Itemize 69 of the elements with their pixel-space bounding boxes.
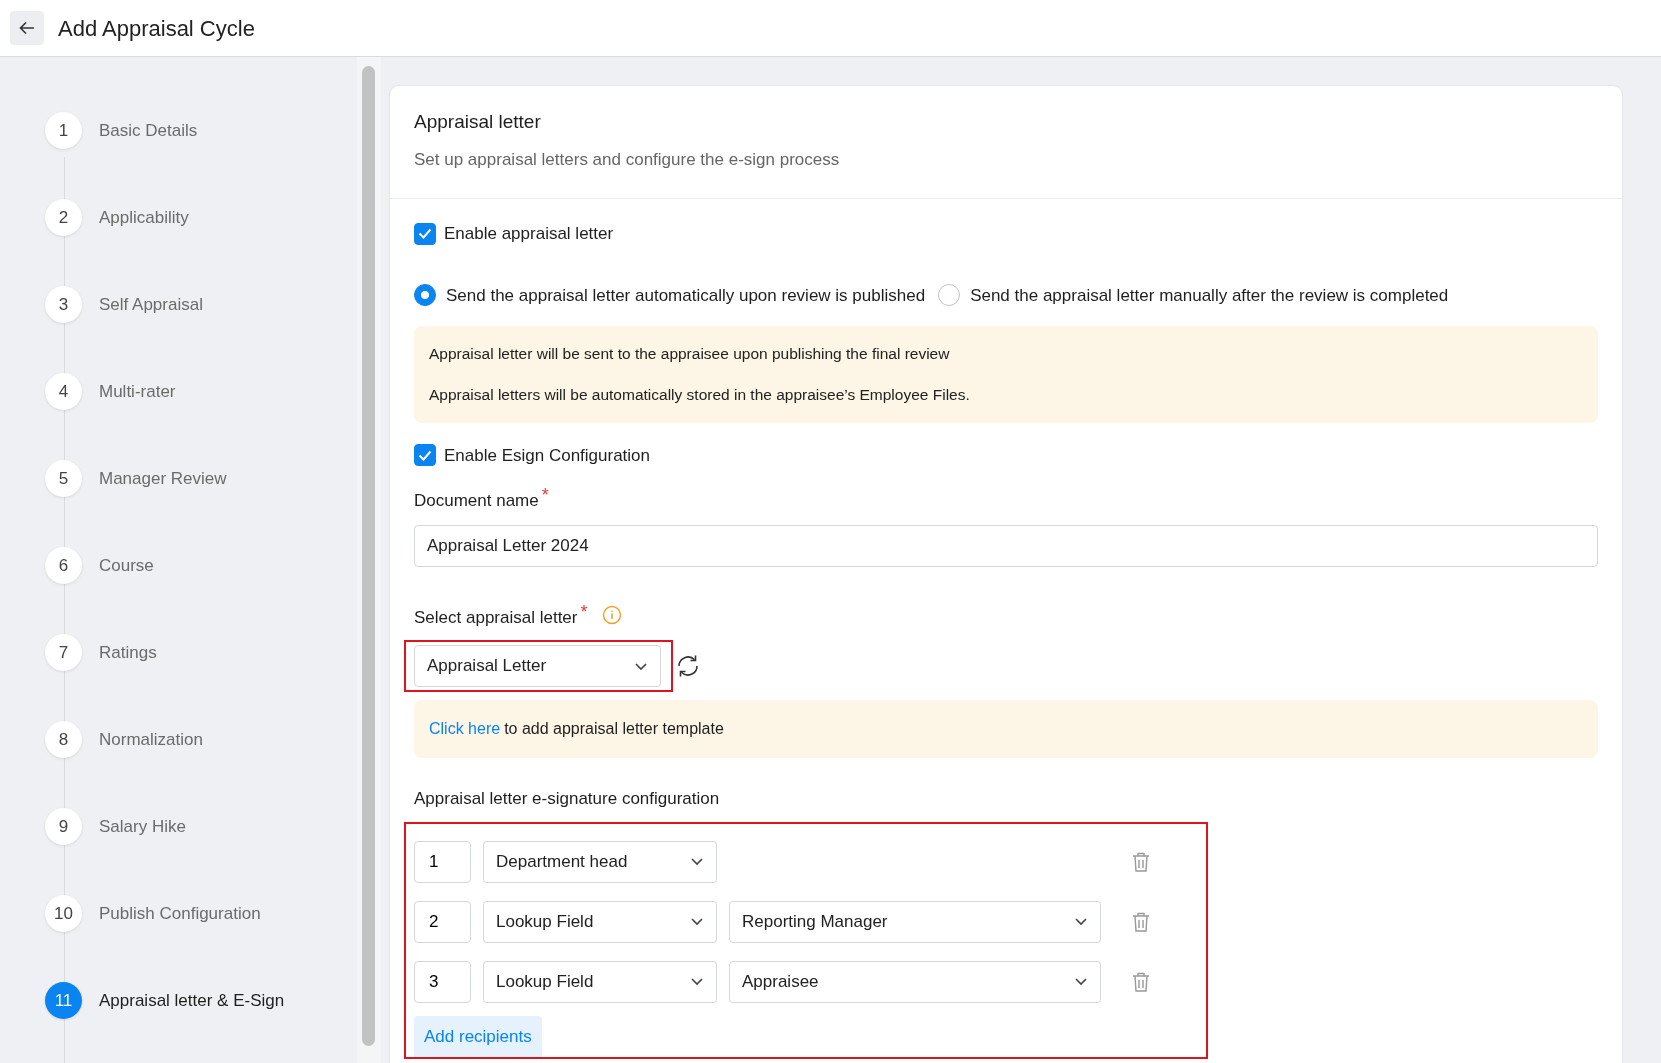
chevron-down-icon xyxy=(690,917,704,926)
dropdown[interactable]: Appraisee xyxy=(729,960,1101,1003)
step-number: 7 xyxy=(45,634,82,671)
dropdown[interactable]: Appraisal Letter xyxy=(414,645,661,687)
step-number: 8 xyxy=(45,721,82,758)
refresh-icon[interactable] xyxy=(675,653,701,679)
step-label[interactable]: Applicability xyxy=(99,204,189,231)
field-label: Document name xyxy=(414,490,539,512)
order-field[interactable]: 2 xyxy=(414,900,471,943)
step-label[interactable]: Basic Details xyxy=(99,117,198,144)
step-label[interactable]: Course xyxy=(99,552,154,579)
step-label[interactable]: Appraisal letter & E-Sign xyxy=(99,987,285,1014)
page-title: Add Appraisal Cycle xyxy=(58,14,255,43)
scrollbar-thumb[interactable] xyxy=(362,66,375,1046)
chevron-down-icon xyxy=(690,857,704,866)
required-asterisk: * xyxy=(580,601,588,624)
back-arrow-icon xyxy=(19,21,35,35)
radio-button[interactable] xyxy=(414,284,436,307)
step-label[interactable]: Manager Review xyxy=(99,465,227,492)
step-label[interactable]: Self Appraisal xyxy=(99,291,203,318)
step-number: 2 xyxy=(45,199,82,236)
dropdown[interactable]: Department head xyxy=(483,840,717,883)
radio-label: Send the appraisal letter manually after the review is completed xyxy=(970,284,1449,307)
step-label[interactable]: Normalization xyxy=(99,726,203,753)
back-button[interactable] xyxy=(10,11,44,45)
required-asterisk: * xyxy=(541,484,549,507)
radio-label: Send the appraisal letter automatically upon review is published xyxy=(446,284,926,307)
info-icon[interactable] xyxy=(601,605,622,625)
step-number: 5 xyxy=(45,460,82,497)
step-number: 4 xyxy=(45,373,82,410)
template-link[interactable]: Click here xyxy=(429,717,501,741)
radio-button[interactable] xyxy=(938,284,961,307)
chevron-down-icon xyxy=(1074,917,1088,926)
step-number: 3 xyxy=(45,286,82,323)
order-field[interactable]: 1 xyxy=(414,840,471,883)
step-number: 6 xyxy=(45,547,82,584)
checkbox-label: Enable Esign Configuration xyxy=(444,444,651,467)
section-subtitle: Set up appraisal letters and configure the e-sign process xyxy=(414,148,841,171)
hint-text: to add appraisal letter template xyxy=(504,719,724,739)
note-text: Appraisal letter will be sent to the appraisee upon publishing the final review xyxy=(429,344,951,364)
subsection-title: Appraisal letter e-signature configuration xyxy=(414,788,721,810)
step-label[interactable]: Ratings xyxy=(99,639,157,666)
section-title: Appraisal letter xyxy=(414,110,542,134)
check-icon xyxy=(418,449,432,461)
order-field[interactable]: 3 xyxy=(414,960,471,1003)
step-number: 1 xyxy=(45,112,82,149)
step-label[interactable]: Publish Configuration xyxy=(99,900,261,927)
check-icon xyxy=(418,228,432,240)
checkbox[interactable] xyxy=(414,444,436,467)
step-label[interactable]: Multi-rater xyxy=(99,378,176,405)
chevron-down-icon xyxy=(690,977,704,986)
checkbox[interactable] xyxy=(414,222,436,245)
dropdown[interactable]: Reporting Manager xyxy=(729,900,1101,943)
dropdown[interactable]: Lookup Field xyxy=(483,900,717,943)
add-recipients-button[interactable]: Add recipients xyxy=(414,1015,542,1057)
trash-icon[interactable] xyxy=(1131,850,1151,873)
step-number: 11 xyxy=(45,982,82,1019)
chevron-down-icon xyxy=(1074,977,1088,986)
input-field[interactable]: Appraisal Letter 2024 xyxy=(414,525,1598,567)
trash-icon[interactable] xyxy=(1131,970,1151,993)
chevron-down-icon xyxy=(634,661,648,671)
step-number: 10 xyxy=(45,895,82,932)
trash-icon[interactable] xyxy=(1131,910,1151,933)
note-text: Appraisal letters will be automatically stored in the appraisee’s Employee Files. xyxy=(429,385,971,406)
step-number: 9 xyxy=(45,808,82,845)
field-label: Select appraisal letter xyxy=(414,607,578,629)
checkbox-label: Enable appraisal letter xyxy=(444,223,614,245)
step-label[interactable]: Salary Hike xyxy=(99,813,186,840)
dropdown[interactable]: Lookup Field xyxy=(483,960,717,1003)
